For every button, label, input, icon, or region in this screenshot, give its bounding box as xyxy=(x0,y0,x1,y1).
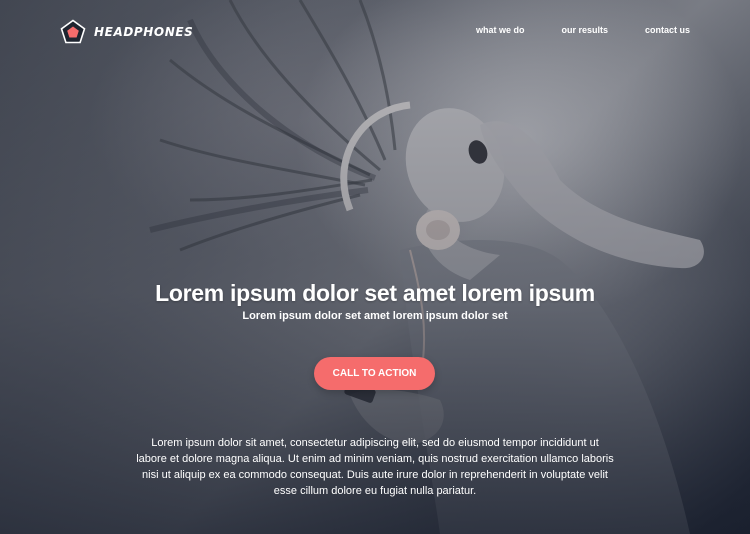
call-to-action-button[interactable]: CALL TO ACTION xyxy=(314,357,435,390)
main-menu: what we do our results contact us xyxy=(476,25,690,35)
brand-logo[interactable]: HEADPHONES xyxy=(60,19,193,45)
nav-link-contact-us[interactable]: contact us xyxy=(645,25,690,35)
hero-body-text: Lorem ipsum dolor sit amet, consectetur … xyxy=(136,437,614,497)
hero-section: HEADPHONES what we do our results contac… xyxy=(0,0,750,534)
hero-headline: Lorem ipsum dolor set amet lorem ipsum xyxy=(155,280,595,306)
hero-subheadline: Lorem ipsum dolor set amet lorem ipsum d… xyxy=(242,310,508,322)
pentagon-logo-icon xyxy=(60,19,86,44)
brand-name: HEADPHONES xyxy=(94,25,194,39)
nav-link-what-we-do[interactable]: what we do xyxy=(476,25,525,35)
top-navigation: HEADPHONES what we do our results contac… xyxy=(0,0,750,62)
nav-link-our-results[interactable]: our results xyxy=(561,25,608,35)
